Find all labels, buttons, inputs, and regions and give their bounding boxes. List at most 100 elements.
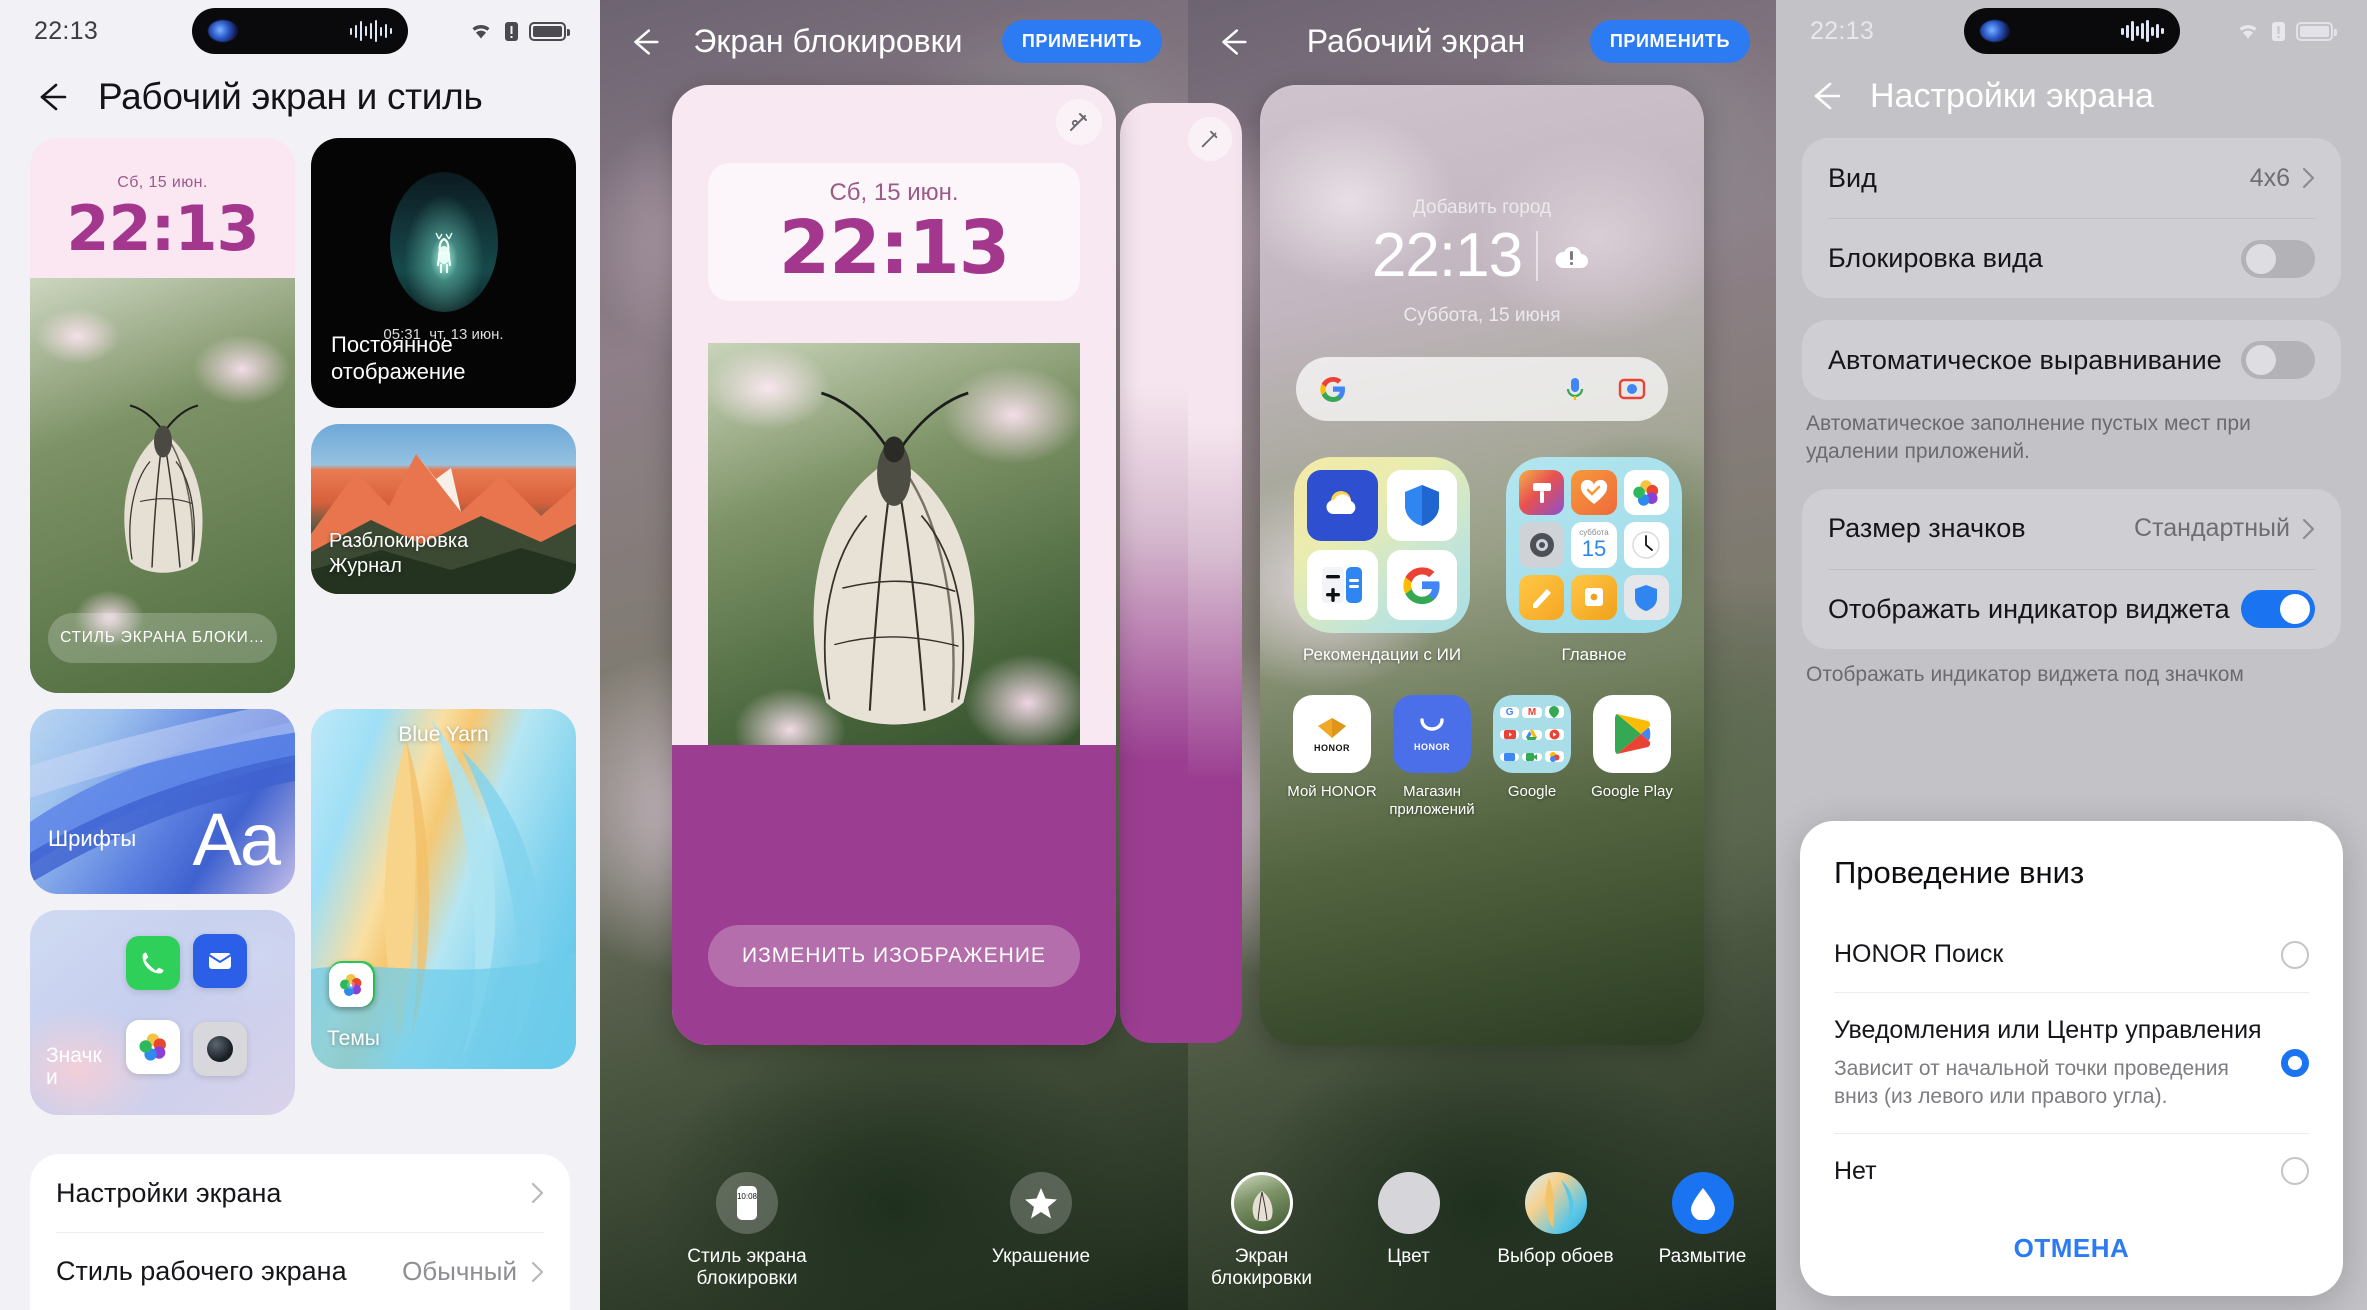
- app-app-market[interactable]: HONOR Магазин приложений: [1386, 695, 1478, 819]
- tool-lock-screen-style[interactable]: 10:08 Стиль экрана блокировки: [672, 1172, 822, 1290]
- waveform-icon: [2121, 20, 2164, 42]
- app-market-icon: HONOR: [1393, 695, 1471, 773]
- status-time: 22:13: [34, 16, 99, 45]
- setting-auto-align[interactable]: Автоматическое выравнивание: [1828, 320, 2315, 400]
- home-time: 22:13: [1371, 221, 1523, 290]
- apply-button[interactable]: ПРИМЕНИТЬ: [1589, 20, 1750, 63]
- tool-decoration[interactable]: Украшение: [966, 1172, 1116, 1268]
- preview-clock-widget[interactable]: Сб, 15 июн. 22:13: [708, 163, 1080, 301]
- themes-app-icon: [1519, 470, 1565, 516]
- settings-list: Настройки экрана Стиль рабочего экрана О…: [30, 1154, 570, 1310]
- chevron-right-icon: [531, 1261, 544, 1282]
- preview-accent-band: [672, 745, 1116, 1045]
- app-google-play[interactable]: Google Play: [1586, 695, 1678, 819]
- preview-card-prev[interactable]: [1188, 103, 1242, 1043]
- card-icons[interactable]: Значк и: [30, 910, 295, 1115]
- phone-icon: [126, 936, 180, 990]
- preview-card-next[interactable]: [1120, 103, 1188, 1043]
- dynamic-island[interactable]: [192, 8, 408, 54]
- card-fonts[interactable]: Шрифты Aa: [30, 709, 295, 894]
- toggle-auto-align[interactable]: [2241, 341, 2315, 379]
- setting-view-lock[interactable]: Блокировка вида: [1828, 218, 2315, 298]
- google-lens-icon[interactable]: [1618, 375, 1646, 403]
- star-icon: [1010, 1172, 1072, 1234]
- card-lock-chip-label[interactable]: СТИЛЬ ЭКРАНА БЛОКИ…: [48, 613, 277, 663]
- back-icon[interactable]: [32, 77, 72, 117]
- list-item-home-screen-style[interactable]: Стиль рабочего экрана Обычный: [56, 1232, 544, 1310]
- gallery-icon: [1623, 470, 1669, 516]
- panel-lock-screen-editor: Экран блокировки ПРИМЕНИТЬ Сб, 15 июн. 2…: [600, 0, 1188, 1310]
- edit-pen-icon[interactable]: [1188, 117, 1232, 161]
- status-time: 22:13: [1810, 16, 1875, 45]
- app-google-folder[interactable]: G M Google: [1486, 695, 1578, 819]
- app-my-honor[interactable]: HONOR Мой HONOR: [1286, 695, 1378, 819]
- toggle-widget-indicator[interactable]: [2241, 590, 2315, 629]
- list-item-display-settings[interactable]: Настройки экрана: [56, 1154, 544, 1232]
- cancel-button[interactable]: ОТМЕНА: [1834, 1209, 2309, 1278]
- lock-screen-preview[interactable]: Сб, 15 июн. 22:13 ИЗМЕНИТЬ ИЗОБРАЖЕНИЕ: [672, 85, 1116, 1045]
- wifi-icon: [2239, 25, 2257, 39]
- edit-pen-icon[interactable]: [1056, 99, 1102, 145]
- dialog-option-honor-search[interactable]: HONOR Поиск: [1834, 917, 2309, 992]
- toggle-view-lock[interactable]: [2241, 239, 2315, 278]
- back-icon[interactable]: [1806, 76, 1846, 116]
- calendar-day: 15: [1581, 536, 1607, 562]
- change-image-button[interactable]: ИЗМЕНИТЬ ИЗОБРАЖЕНИЕ: [708, 925, 1080, 987]
- setting-icon-size[interactable]: Размер значков Стандартный: [1828, 489, 2315, 569]
- option-label: Уведомления или Центр управления: [1834, 1016, 2262, 1045]
- butterfly-icon: [123, 404, 203, 573]
- page-title: Настройки экрана: [1870, 76, 2154, 115]
- dialog-option-none[interactable]: Нет: [1834, 1132, 2309, 1209]
- card-unlock-journal[interactable]: Разблокировка Журнал: [311, 424, 576, 594]
- radio-button[interactable]: [2281, 1157, 2309, 1186]
- card-lock-screen-style[interactable]: Сб, 15 июн. 22:13 СТИЛЬ ЭКРАНА БЛОКИ…: [30, 138, 295, 693]
- health-icon: [1571, 470, 1617, 516]
- journal-label: Разблокировка Журнал: [329, 530, 469, 577]
- dynamic-island[interactable]: [1963, 8, 2180, 54]
- folder-essentials[interactable]: суббота 15 Главное: [1506, 457, 1682, 665]
- gallery-icon: [126, 1020, 180, 1074]
- radio-button-selected[interactable]: [2281, 1049, 2309, 1077]
- add-city-label[interactable]: Добавить город: [1260, 197, 1704, 219]
- panel-home-screen-and-style: 22:13 Рабочий экран и стиль Сб, 15 июн. …: [0, 0, 600, 1310]
- butterfly-icon: [813, 391, 975, 725]
- tool-wallpaper-picker[interactable]: Выбор обоев: [1496, 1172, 1616, 1268]
- home-editor-toolbar: Экран блокировки Цвет Выбор обоев Размыт…: [1188, 1160, 1776, 1310]
- wallpaper-picker-icon: [1524, 1172, 1587, 1234]
- messages-icon: [193, 934, 247, 988]
- dialog-option-notifications[interactable]: Уведомления или Центр управления Зависит…: [1834, 992, 2309, 1133]
- app-label: Мой HONOR: [1287, 783, 1377, 800]
- tool-blur[interactable]: Размытие: [1643, 1172, 1763, 1268]
- home-screen-preview[interactable]: Добавить город 22:13 Суббота, 15 июня Ре…: [1260, 85, 1704, 1045]
- themes-label: Темы: [327, 1027, 380, 1050]
- apps-row: HONOR Мой HONOR HONOR Магазин приложений: [1286, 695, 1678, 819]
- search-bar[interactable]: [1296, 357, 1668, 421]
- chevron-right-icon: [531, 1182, 544, 1204]
- folder-ai-recommendations[interactable]: Рекомендации с ИИ: [1294, 457, 1470, 665]
- microphone-icon[interactable]: [1564, 374, 1586, 404]
- setting-view[interactable]: Вид 4x6: [1828, 138, 2315, 218]
- tool-lock-screen[interactable]: Экран блокировки: [1202, 1172, 1322, 1290]
- home-clock-widget[interactable]: 22:13: [1260, 225, 1704, 287]
- preview-time: 22:13: [778, 205, 1011, 291]
- panel-display-settings: 22:13 Настройки экрана Вид 4x6 Блокировк…: [1776, 0, 2367, 1310]
- chevron-right-icon: [2302, 167, 2315, 189]
- card-always-on-display[interactable]: 05:31 чт, 13 июн. Постоянное отображение: [311, 138, 576, 408]
- setting-widget-indicator[interactable]: Отображать индикатор виджета: [1828, 568, 2315, 649]
- preview-photo: [708, 343, 1080, 793]
- calendar-icon: суббота 15: [1571, 522, 1617, 568]
- status-bar: 22:13: [0, 0, 600, 62]
- icons-label: Значк и: [46, 1043, 102, 1089]
- settings-group-autoalign: Автоматическое выравнивание: [1802, 320, 2341, 400]
- chevron-right-icon: [2302, 518, 2315, 539]
- card-themes[interactable]: Blue Yarn Темы: [311, 709, 576, 1069]
- page-header: Рабочий экран и стиль: [0, 62, 600, 138]
- radio-button[interactable]: [2281, 940, 2309, 969]
- folders-row: Рекомендации с ИИ суббота 15 Главное: [1294, 457, 1682, 665]
- google-folder-icon: G M: [1493, 695, 1571, 773]
- tool-label: Стиль экрана блокировки: [687, 1246, 807, 1289]
- tool-color[interactable]: Цвет: [1349, 1172, 1469, 1268]
- apply-button[interactable]: ПРИМЕНИТЬ: [1001, 20, 1162, 63]
- camera-icon: [193, 1022, 247, 1076]
- dialog-title: Проведение вниз: [1834, 855, 2085, 890]
